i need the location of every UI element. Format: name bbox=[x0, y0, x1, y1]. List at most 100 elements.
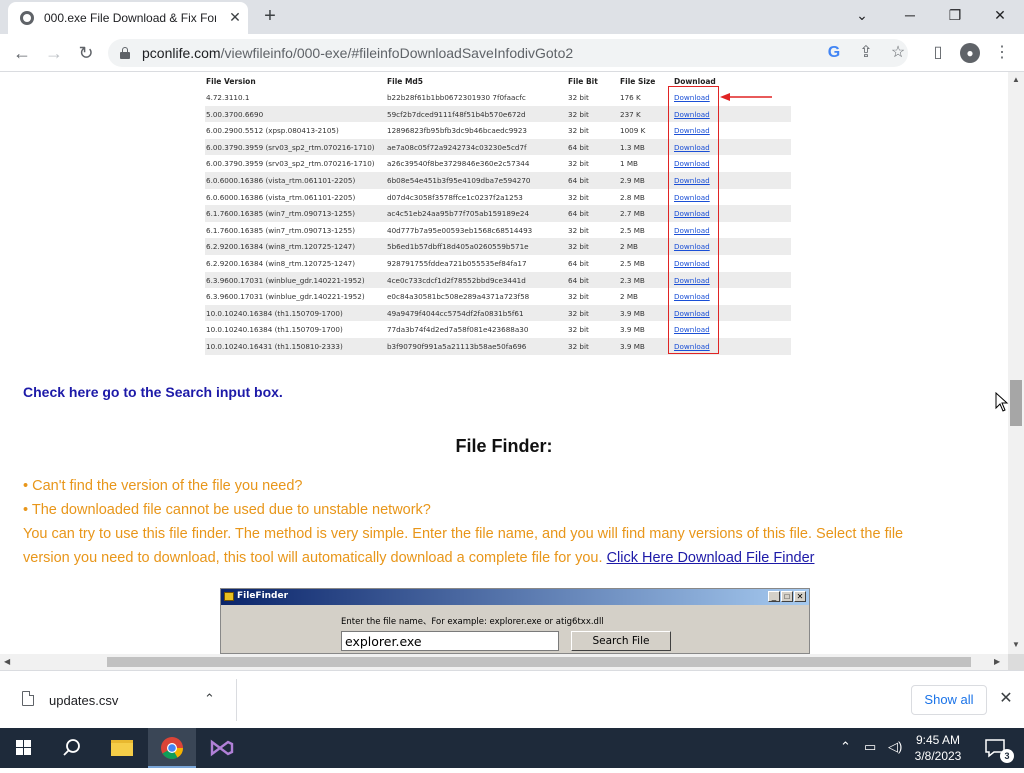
scroll-left-icon[interactable]: ◀ bbox=[4, 657, 10, 666]
search-button[interactable] bbox=[48, 728, 96, 768]
file-size-cell: 2 MB bbox=[620, 242, 638, 252]
file-version-cell: 6.0.6000.16386 (vista_rtm.061101-2205) bbox=[206, 176, 356, 185]
tab-search-chevron-icon[interactable]: ⌄ bbox=[848, 5, 876, 25]
menu-kebab-icon[interactable]: ⋮ bbox=[992, 43, 1012, 63]
profile-avatar-icon[interactable]: ● bbox=[960, 43, 980, 63]
file-md5-cell: d07d4c3058f3578ffce1c0237f2a1253 bbox=[387, 192, 523, 202]
new-tab-icon[interactable]: + bbox=[258, 5, 282, 29]
file-bit-cell: 32 bit bbox=[568, 325, 589, 335]
divider bbox=[236, 679, 237, 721]
close-download-bar-icon[interactable]: ✕ bbox=[996, 689, 1016, 709]
file-version-cell: 10.0.10240.16384 (th1.150709-1700) bbox=[206, 308, 343, 318]
file-size-cell: 3.9 MB bbox=[620, 308, 645, 318]
scrollbar-corner bbox=[1008, 654, 1024, 670]
file-bit-cell: 32 bit bbox=[568, 93, 589, 102]
file-size-cell: 1 MB bbox=[620, 159, 638, 169]
download-file-finder-link[interactable]: Click Here Download File Finder bbox=[607, 550, 815, 566]
file-bit-cell: 32 bit bbox=[568, 159, 589, 169]
app-icon bbox=[224, 592, 234, 601]
address-bar[interactable]: pconlife.com/viewfileinfo/000-exe/#filei… bbox=[108, 39, 908, 67]
file-finder-titlebar: FileFinder _ □ ✕ bbox=[221, 589, 809, 605]
vertical-scroll-thumb[interactable] bbox=[1010, 380, 1022, 426]
page-viewport: File Version File Md5 File Bit File Size… bbox=[0, 72, 1008, 654]
file-icon bbox=[22, 691, 34, 706]
file-md5-cell: b22b28f61b1bb0672301930 7f0faacfc bbox=[387, 93, 526, 102]
reload-icon[interactable]: ↻ bbox=[74, 41, 98, 65]
chevron-up-icon[interactable]: ⌃ bbox=[204, 691, 215, 707]
search-box-link[interactable]: Check here go to the Search input box. bbox=[23, 384, 283, 400]
clock[interactable]: 9:45 AM 3/8/2023 bbox=[910, 732, 966, 764]
file-md5-cell: ae7a08c05f72a9242734c03230e5cd7f bbox=[387, 142, 527, 152]
show-all-button[interactable]: Show all bbox=[911, 685, 987, 715]
file-explorer-button[interactable] bbox=[98, 728, 146, 768]
windows-logo-icon bbox=[16, 740, 31, 755]
scroll-up-icon[interactable]: ▲ bbox=[1012, 75, 1020, 84]
horizontal-scrollbar[interactable]: ◀ ▶ bbox=[0, 654, 1008, 670]
windows-taskbar: ⌃ ▭ ◁) 9:45 AM 3/8/2023 3 bbox=[0, 728, 1024, 768]
file-size-cell: 2.3 MB bbox=[620, 275, 645, 285]
file-version-cell: 10.0.10240.16431 (th1.150810-2333) bbox=[206, 342, 343, 351]
chevron-up-icon[interactable]: ⌃ bbox=[840, 739, 851, 755]
minimize-icon: _ bbox=[768, 591, 780, 602]
share-icon[interactable]: ⇪ bbox=[856, 43, 876, 63]
volume-icon[interactable]: ◁) bbox=[888, 739, 902, 755]
file-version-cell: 6.3.9600.17031 (winblue_gdr.140221-1952) bbox=[206, 292, 365, 302]
file-size-cell: 237 K bbox=[620, 109, 641, 119]
file-name-input: explorer.exe bbox=[341, 631, 559, 651]
visual-studio-icon bbox=[210, 739, 234, 757]
bookmark-star-icon[interactable]: ☆ bbox=[888, 43, 908, 63]
vertical-scrollbar[interactable]: ▲ ▼ bbox=[1008, 72, 1024, 654]
file-md5-cell: b3f90790f991a5a21113b58ae50fa696 bbox=[387, 342, 527, 351]
forward-icon[interactable]: → bbox=[42, 41, 66, 65]
file-md5-cell: ac4c51eb24aa95b77f705ab159189e24 bbox=[387, 209, 530, 219]
network-icon[interactable]: ▭ bbox=[864, 739, 876, 755]
scroll-down-icon[interactable]: ▼ bbox=[1012, 640, 1020, 649]
downloaded-file-name[interactable]: updates.csv bbox=[49, 693, 118, 708]
file-version-cell: 6.3.9600.17031 (winblue_gdr.140221-1952) bbox=[206, 275, 365, 285]
globe-icon bbox=[20, 11, 34, 25]
file-md5-cell: 77da3b74f4d2ed7a58f081e423688a30 bbox=[387, 325, 529, 335]
start-button[interactable] bbox=[0, 728, 48, 768]
notification-center-button[interactable]: 3 bbox=[976, 728, 1016, 768]
chrome-taskbar-button[interactable] bbox=[148, 728, 196, 768]
file-version-cell: 6.00.3790.3959 (srv03_sp2_rtm.070216-171… bbox=[206, 159, 375, 169]
file-version-cell: 6.2.9200.16384 (win8_rtm.120725-1247) bbox=[206, 242, 356, 252]
file-size-cell: 2.5 MB bbox=[620, 259, 645, 268]
file-bit-cell: 32 bit bbox=[568, 242, 589, 252]
file-versions-table: File Version File Md5 File Bit File Size… bbox=[205, 72, 791, 356]
visual-studio-button[interactable] bbox=[198, 728, 246, 768]
file-bit-cell: 32 bit bbox=[568, 342, 589, 351]
window-close-icon[interactable]: ✕ bbox=[986, 5, 1014, 25]
file-bit-cell: 64 bit bbox=[568, 176, 589, 185]
tab-strip: 000.exe File Download & Fix For ✕ + ⌄ ─ … bbox=[0, 0, 1024, 34]
file-size-cell: 2 MB bbox=[620, 292, 638, 302]
lock-icon[interactable] bbox=[120, 47, 130, 59]
file-bit-cell: 64 bit bbox=[568, 275, 589, 285]
file-version-cell: 6.1.7600.16385 (win7_rtm.090713-1255) bbox=[206, 209, 356, 219]
horizontal-scroll-thumb[interactable] bbox=[107, 657, 971, 667]
bullet-text: • Can't find the version of the file you… bbox=[23, 478, 303, 494]
back-icon[interactable]: ← bbox=[10, 41, 34, 65]
file-md5-cell: e0c84a30581bc508e289a4371a723f58 bbox=[387, 292, 530, 302]
file-md5-cell: 12896823fb95bfb3dc9b46bcaedc9923 bbox=[387, 126, 527, 136]
file-bit-cell: 32 bit bbox=[568, 225, 589, 235]
file-size-cell: 2.5 MB bbox=[620, 225, 645, 235]
tab-close-icon[interactable]: ✕ bbox=[226, 8, 244, 26]
file-md5-cell: 5b6ed1b57dbff18d405a0260559b571e bbox=[387, 242, 529, 252]
search-icon bbox=[63, 739, 80, 756]
minimize-icon[interactable]: ─ bbox=[896, 5, 924, 25]
browser-tab[interactable]: 000.exe File Download & Fix For ✕ bbox=[8, 2, 248, 34]
file-bit-cell: 64 bit bbox=[568, 259, 589, 268]
file-md5-cell: 49a9479f4044cc5754df2fa0831b5f61 bbox=[387, 308, 524, 318]
file-size-cell: 1.3 MB bbox=[620, 142, 645, 152]
file-bit-cell: 32 bit bbox=[568, 126, 589, 136]
restore-icon[interactable]: ❐ bbox=[941, 5, 969, 25]
scroll-right-icon[interactable]: ▶ bbox=[994, 657, 1000, 666]
side-panel-icon[interactable]: ▯ bbox=[928, 43, 948, 63]
file-bit-cell: 64 bit bbox=[568, 142, 589, 152]
maximize-icon: □ bbox=[781, 591, 793, 602]
google-lens-icon[interactable]: G bbox=[824, 43, 844, 63]
file-size-cell: 1009 K bbox=[620, 126, 646, 136]
file-size-cell: 176 K bbox=[620, 93, 641, 102]
browser-toolbar: ← → ↻ pconlife.com/viewfileinfo/000-exe/… bbox=[0, 34, 1024, 72]
